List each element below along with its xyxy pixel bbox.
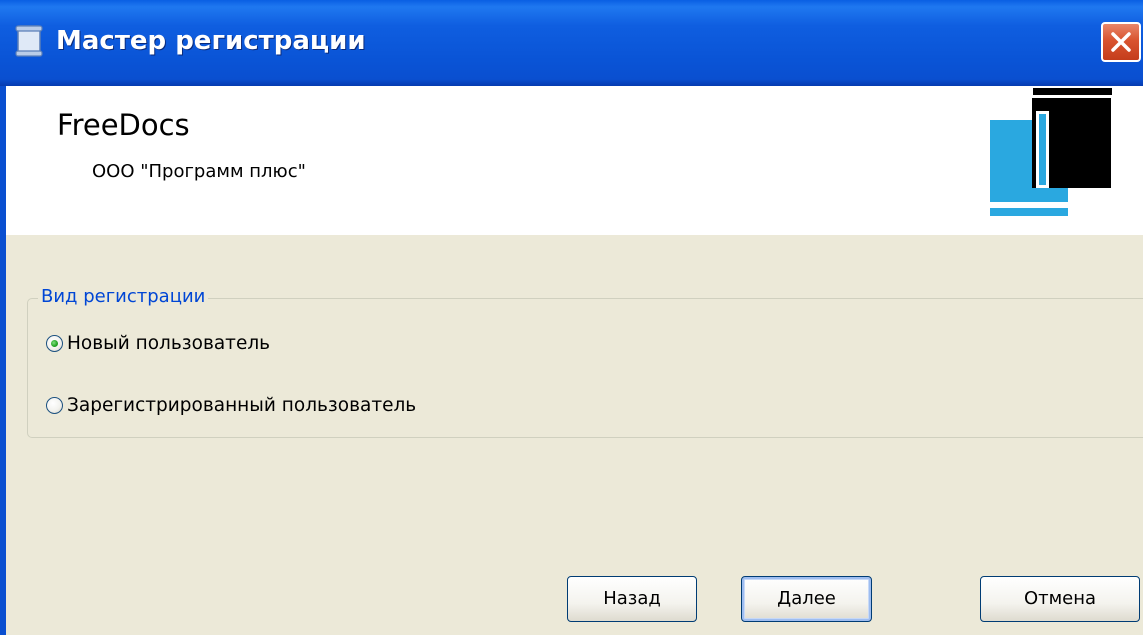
radio-label-new-user[interactable]: Новый пользователь: [67, 333, 270, 354]
close-icon: [1111, 32, 1131, 52]
company-name: ООО "Программ плюс": [92, 161, 306, 182]
window-title: Мастер регистрации: [56, 26, 366, 56]
radio-button-checked[interactable]: [46, 334, 63, 352]
radio-label-registered-user[interactable]: Зарегистрированный пользователь: [67, 395, 416, 416]
radio-button-unchecked[interactable]: [46, 396, 63, 414]
radio-registered-user[interactable]: Зарегистрированный пользователь: [46, 392, 416, 418]
title-bar[interactable]: Мастер регистрации: [0, 0, 1143, 86]
scroll-icon: [14, 24, 44, 58]
close-button[interactable]: [1101, 22, 1141, 62]
app-name: FreeDocs: [57, 108, 190, 142]
group-title: Вид регистрации: [38, 286, 209, 307]
next-button[interactable]: Далее: [741, 576, 872, 622]
cancel-button[interactable]: Отмена: [980, 576, 1140, 622]
back-button[interactable]: Назад: [567, 576, 697, 622]
freedocs-logo: [990, 88, 1112, 216]
radio-new-user[interactable]: Новый пользователь: [46, 330, 270, 356]
